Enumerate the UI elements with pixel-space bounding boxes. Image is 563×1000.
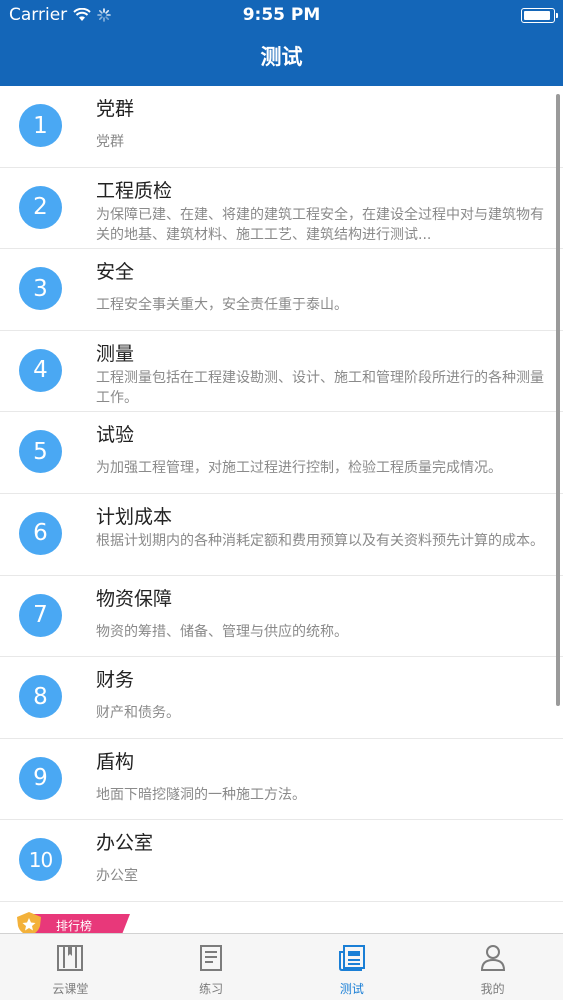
item-title: 安全 [96,261,135,284]
item-description: 为加强工程管理，对施工过程进行控制，检验工程质量完成情况。 [96,460,502,477]
book-icon [57,945,84,971]
item-description: 办公室 [96,868,138,885]
item-number-badge: 6 [19,511,62,555]
status-time: 9:55 PM [242,5,321,25]
list-item[interactable]: 3 安全工程安全事关重大，安全责任重于泰山。 [0,249,563,331]
tab-label: 我的 [480,982,505,996]
item-number-badge: 3 [19,267,62,311]
item-description: 党群 [96,134,124,150]
list-item[interactable]: 6 计划成本根据计划期内的各种消耗定额和费用预算以及有关资料预先计算的成本。 [0,493,563,576]
tab-book[interactable]: 云课堂 [0,934,141,1000]
item-number-badge: 8 [19,675,62,719]
category-list[interactable]: 1 党群 党群 2 工程质检 为保障已建、在建、将建的建筑工程安全，在建设全过程中对与建筑… [0,86,563,904]
tab-person[interactable]: 我的 [422,934,563,1000]
item-title: 测量 [96,342,135,365]
list-item[interactable]: 2 工程质检为保障已建、在建、将建的建筑工程安全，在建设全过程中对与建筑物有关的地… [0,167,563,250]
list-item[interactable]: 4 测量工程测量包括在工程建设勘测、设计、施工和管理阶段所进行的各种测量工作。 [0,330,563,413]
list-item[interactable]: 10 办公室 办公室 [0,820,563,902]
item-number-badge: 9 [19,756,62,800]
item-title: 工程质检 [96,179,173,202]
tab-bar: 云课堂 练习 测试 我的 [0,933,563,1000]
item-title: 财务 [96,669,135,692]
item-title: 物资保障 [96,587,173,610]
tab-notepad[interactable]: 练习 [141,934,282,1000]
item-number-badge: 7 [19,593,62,637]
person-icon [480,945,505,971]
list-item[interactable]: 8 财务财产和债务。 [0,657,563,739]
item-description: 工程测量包括在工程建设勘测、设计、施工和管理阶段所进行的各种测量工作。 [96,369,544,406]
tab-label: 练习 [199,982,224,996]
list-item[interactable]: 9 盾构地面下暗挖隧洞的一种施工方法。 [0,738,563,821]
item-number-badge: 5 [19,430,62,474]
status-bar: Carrier 9:55 PM [0,0,563,30]
list-item[interactable]: 5 试验为加强工程管理，对施工过程进行控制，检验工程质量完成情况。 [0,412,563,494]
item-description: 财产和债务。 [96,705,180,722]
item-number-badge: 4 [19,348,62,392]
item-title: 办公室 [96,832,154,855]
newspaper-icon [338,945,365,971]
item-title: 党群 [96,98,135,120]
item-number-badge: 2 [19,185,62,229]
item-description: 为保障已建、在建、将建的建筑工程安全，在建设全过程中对与建筑物有关的地基、建筑材… [96,206,544,243]
scrollbar[interactable] [556,94,560,706]
item-description: 地面下暗挖隧洞的一种施工方法。 [96,786,306,803]
item-number-badge: 1 [19,104,62,147]
tab-newspaper[interactable]: 测试 [282,934,423,1000]
item-description: 根据计划期内的各种消耗定额和费用预算以及有关资料预先计算的成本。 [96,532,544,549]
battery-icon [521,8,558,23]
item-number-badge: 10 [19,838,62,882]
top-bar: Carrier 9:55 PM 测试 [0,0,563,86]
item-description: 物资的筹措、储备、管理与供应的统称。 [96,623,348,640]
leaderboard-label: 排行榜 [56,919,93,933]
tab-label: 测试 [339,982,364,996]
item-title: 盾构 [96,750,135,773]
item-title: 计划成本 [96,505,173,528]
page-title: 测试 [260,45,303,69]
item-description: 工程安全事关重大，安全责任重于泰山。 [96,297,348,314]
list-item[interactable]: 7 物资保障物资的筹措、储备、管理与供应的统称。 [0,575,563,658]
notepad-icon [200,945,223,971]
tab-label: 云课堂 [52,982,89,996]
item-title: 试验 [96,424,135,447]
list-item[interactable]: 1 党群 党群 [0,86,563,168]
battery-level [523,10,551,20]
